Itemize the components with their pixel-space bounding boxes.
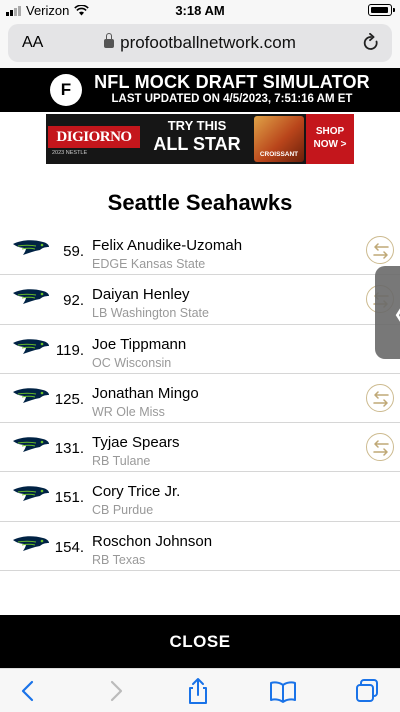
trade-button[interactable] <box>366 433 394 462</box>
player-position-school: CB Purdue <box>92 503 154 518</box>
status-bar: Verizon 3:18 AM <box>0 0 400 22</box>
pick-number: 125. <box>54 390 84 408</box>
player-position-school: EDGE Kansas State <box>92 257 206 271</box>
ad-brand-sub: 2023 NESTLE <box>52 150 88 156</box>
player-name: Cory Trice Jr. <box>92 483 181 501</box>
player-position-school: OC Wisconsin <box>92 355 172 370</box>
pick-row[interactable]: 59. Felix Anudike-Uzomah EDGE Kansas State <box>0 226 400 276</box>
pick-row[interactable]: 125. Jonathan Mingo WR Ole Miss <box>0 374 400 424</box>
seahawks-logo-icon <box>12 484 50 502</box>
browser-toolbar <box>0 668 400 712</box>
player-name: Felix Anudike-Uzomah <box>92 237 243 254</box>
pick-number: 119. <box>55 341 84 359</box>
ad-headline-line1: TRY THIS <box>167 118 227 133</box>
simulator-title: NFL MOCK DRAFT SIMULATOR <box>94 72 370 92</box>
player-name: Jonathan Mingo <box>92 384 199 402</box>
status-time: 3:18 AM <box>175 3 225 18</box>
pick-row[interactable]: 131. Tyjae Spears RB Tulane <box>0 423 400 473</box>
player-position-school: WR Ole Miss <box>92 404 165 419</box>
close-button[interactable]: CLOSE <box>0 615 400 668</box>
pick-number: 59. <box>63 243 84 260</box>
pick-row[interactable]: 119. Joe Tippmann OC Wisconsin <box>0 325 400 374</box>
status-right <box>368 4 395 16</box>
ad-cta-line2: NOW > <box>313 138 347 150</box>
back-icon[interactable] <box>14 677 44 705</box>
lock-icon <box>104 33 115 48</box>
bookmarks-icon[interactable] <box>268 677 298 705</box>
player-name: Daiyan Henley <box>92 286 190 304</box>
trade-button[interactable] <box>366 236 394 264</box>
share-icon[interactable] <box>183 677 213 705</box>
url-text: profootballnetwork.com <box>120 33 296 52</box>
trade-button[interactable] <box>366 383 394 412</box>
drawer-toggle-button[interactable]: 〈 <box>375 266 400 359</box>
player-position-school: RB Tulane <box>92 454 151 469</box>
player-name: Joe Tippmann <box>92 335 187 353</box>
player-name: Tyjae Spears <box>92 434 180 452</box>
pick-number: 151. <box>54 489 84 507</box>
battery-icon <box>368 4 395 16</box>
seahawks-logo-icon <box>12 287 50 305</box>
forward-icon[interactable] <box>100 677 130 705</box>
address-bar[interactable]: AA profootballnetwork.com <box>8 24 392 62</box>
player-position-school: RB Texas <box>92 552 146 567</box>
seahawks-logo-icon <box>12 534 50 552</box>
ad-product-label: CROISSANT <box>259 151 299 158</box>
pfn-logo: F <box>50 74 82 106</box>
seahawks-logo-icon <box>12 435 50 453</box>
last-updated-text: LAST UPDATED ON 4/5/2023, 7:51:16 AM ET <box>111 93 353 105</box>
browser-address-area: AA profootballnetwork.com <box>0 22 400 68</box>
tabs-icon[interactable] <box>352 677 382 705</box>
ad-brand: DIGIORNO 2023 NESTLE <box>48 118 140 160</box>
pick-number: 131. <box>54 440 84 458</box>
pick-number: 154. <box>54 538 84 556</box>
pick-row[interactable]: 151. Cory Trice Jr. CB Purdue <box>0 472 400 522</box>
ad-cta-line1: SHOP <box>315 126 345 137</box>
ad-headline-line2: ALL STAR <box>153 134 241 154</box>
ad-product-image: CROISSANT <box>254 116 304 162</box>
pick-row[interactable]: 92. Daiyan Henley LB Washington State <box>0 275 400 325</box>
ad-headline: TRY THIS ALL STAR <box>146 119 248 153</box>
ad-shop-now-button[interactable]: SHOP NOW > <box>306 114 354 164</box>
simulator-header: F NFL MOCK DRAFT SIMULATOR LAST UPDATED … <box>0 68 400 112</box>
pick-number: 92. <box>63 292 84 310</box>
ad-banner[interactable]: DIGIORNO 2023 NESTLE TRY THIS ALL STAR C… <box>46 114 354 164</box>
player-name: Roschon Johnson <box>92 532 213 550</box>
player-position-school: LB Washington State <box>92 306 209 321</box>
team-title: Seattle Seahawks <box>107 190 293 215</box>
seahawks-logo-icon <box>12 337 50 355</box>
seahawks-logo-icon <box>12 238 50 256</box>
seahawks-logo-icon <box>12 386 50 404</box>
url-field[interactable]: profootballnetwork.com <box>8 33 392 53</box>
reload-icon[interactable] <box>362 33 380 53</box>
chevron-left-icon: 〈 <box>381 296 400 333</box>
pick-list: 59. Felix Anudike-Uzomah EDGE Kansas State… <box>0 226 400 572</box>
ad-brand-logo: DIGIORNO <box>48 126 140 148</box>
pick-row[interactable]: 154. Roschon Johnson RB Texas <box>0 522 400 572</box>
